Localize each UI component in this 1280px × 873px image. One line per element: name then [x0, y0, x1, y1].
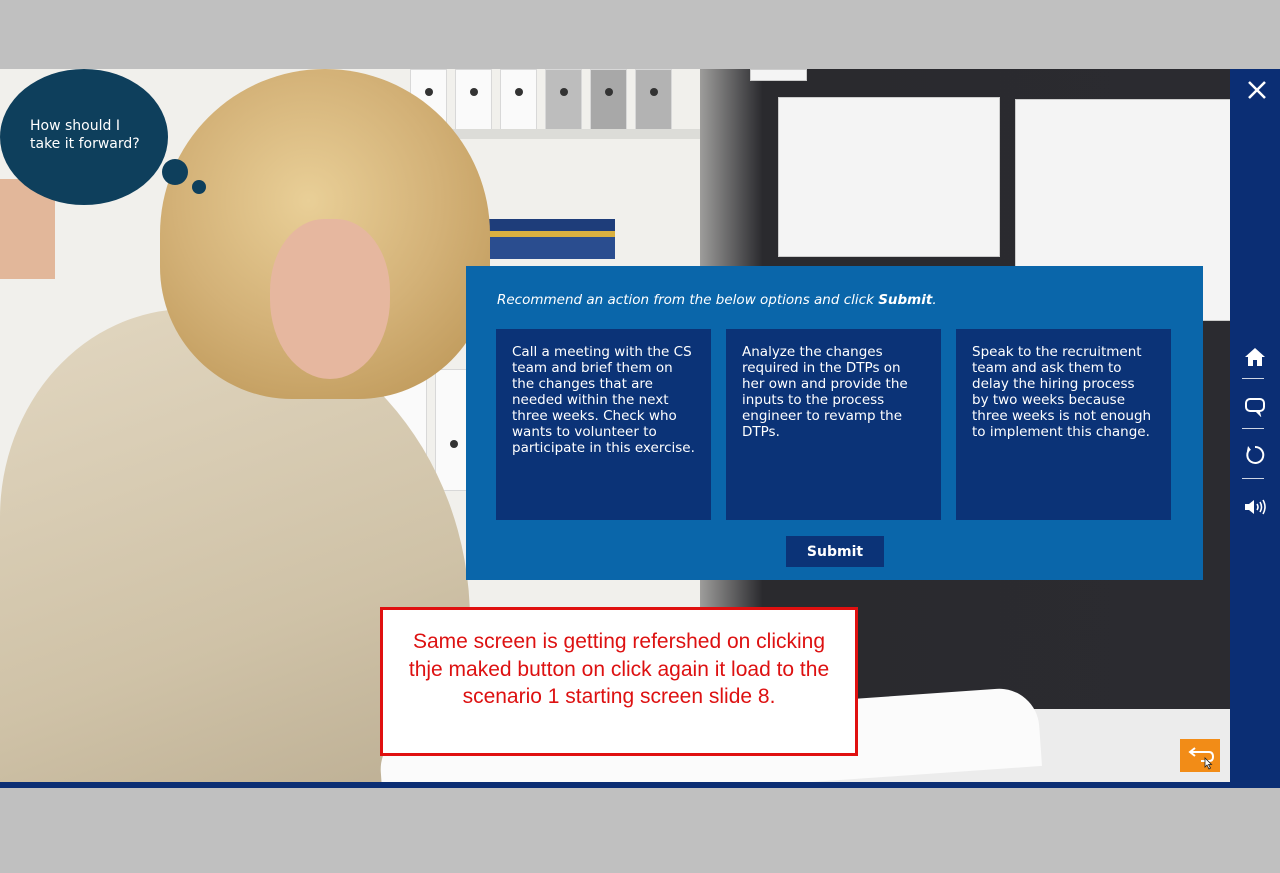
volume-icon[interactable] [1240, 492, 1270, 522]
back-icon[interactable] [1180, 739, 1220, 772]
home-icon[interactable] [1240, 342, 1270, 372]
thought-bubble-dot [192, 180, 206, 194]
binder [500, 69, 537, 131]
option-1[interactable]: Call a meeting with the CS team and brie… [496, 329, 711, 520]
instruction-end: . [932, 292, 937, 308]
thought-bubble: How should I take it forward? [0, 69, 168, 205]
woman-face [270, 219, 390, 379]
annotation-text: Same screen is getting refershed on clic… [408, 630, 830, 708]
nav-divider [1242, 478, 1264, 479]
thought-bubble-dot [162, 159, 188, 185]
quiz-instruction: Recommend an action from the below optio… [497, 292, 937, 308]
binder [545, 69, 582, 131]
thought-bubble-text: How should I take it forward? [30, 118, 140, 152]
binder [635, 69, 672, 131]
submit-button[interactable]: Submit [786, 536, 884, 567]
pinboard-paper [750, 69, 807, 81]
option-2[interactable]: Analyze the changes required in the DTPs… [726, 329, 941, 520]
comment-icon[interactable] [1240, 391, 1270, 421]
right-nav-bar [1230, 69, 1280, 788]
close-icon[interactable] [1243, 76, 1271, 104]
replay-icon[interactable] [1240, 440, 1270, 470]
instruction-text: Recommend an action from the below optio… [497, 292, 879, 308]
option-3[interactable]: Speak to the recruitment team and ask th… [956, 329, 1171, 520]
pinboard-paper [778, 97, 1000, 257]
instruction-submit-word: Submit [878, 292, 933, 308]
bottom-bar [0, 782, 1230, 788]
nav-divider [1242, 428, 1264, 429]
nav-divider [1242, 378, 1264, 379]
annotation-callout: Same screen is getting refershed on clic… [380, 607, 858, 756]
quiz-panel: Recommend an action from the below optio… [466, 266, 1203, 580]
binder [455, 69, 492, 131]
binder [590, 69, 627, 131]
books [470, 219, 615, 259]
